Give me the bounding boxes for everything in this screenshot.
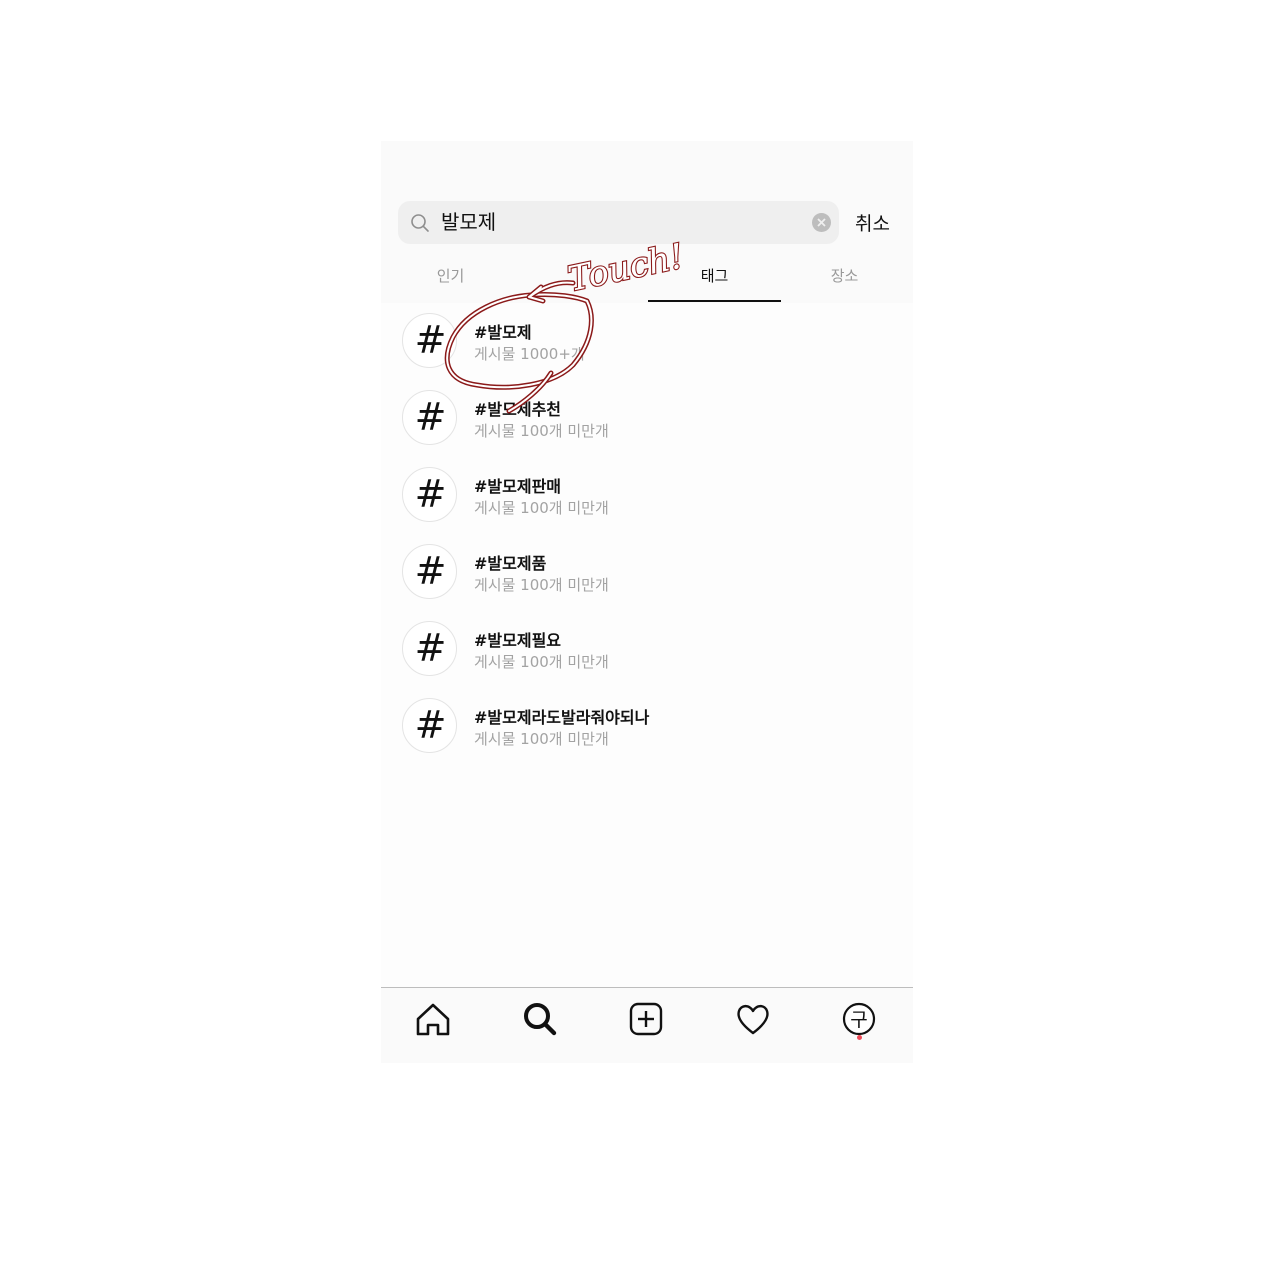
search-header: 발모제 취소 인기 계정 태그 장소	[381, 141, 913, 303]
hashtag-icon: #	[414, 318, 447, 362]
tag-post-count: 게시물 100개 미만개	[474, 422, 609, 440]
list-item[interactable]: # #발모제 게시물 1000+개	[381, 303, 913, 380]
clear-search-icon[interactable]	[812, 213, 831, 232]
search-input[interactable]: 발모제	[398, 201, 839, 244]
list-item[interactable]: # #발모제추천 게시물 100개 미만개	[381, 380, 913, 457]
profile-initial: 구	[850, 1009, 867, 1031]
hashtag-avatar: #	[402, 621, 457, 676]
list-item[interactable]: # #발모제라도발라줘야되나 게시물 100개 미만개	[381, 688, 913, 765]
hashtag-avatar: #	[402, 544, 457, 599]
tag-name: #발모제판매	[474, 477, 562, 496]
hashtag-avatar: #	[402, 390, 457, 445]
hashtag-icon: #	[414, 395, 447, 439]
notification-dot	[857, 1035, 862, 1040]
list-item[interactable]: # #발모제판매 게시물 100개 미만개	[381, 457, 913, 534]
tab-popular[interactable]: 인기	[384, 265, 517, 286]
tag-name: #발모제추천	[474, 400, 562, 419]
search-icon	[411, 214, 429, 232]
phone-screen: 발모제 취소 인기 계정 태그 장소 # #발모제 게시물 1000+개	[381, 141, 913, 1063]
hashtag-avatar: #	[402, 698, 457, 753]
add-post-icon[interactable]	[626, 999, 666, 1039]
list-item[interactable]: # #발모제필요 게시물 100개 미만개	[381, 611, 913, 688]
tag-post-count: 게시물 100개 미만개	[474, 730, 609, 748]
tag-post-count: 게시물 100개 미만개	[474, 499, 609, 517]
tag-name: #발모제	[474, 323, 532, 342]
tag-name: #발모제필요	[474, 631, 562, 650]
home-icon[interactable]	[413, 999, 453, 1039]
list-item[interactable]: # #발모제품 게시물 100개 미만개	[381, 534, 913, 611]
search-tabs: 인기 계정 태그 장소	[381, 259, 913, 303]
active-tab-indicator	[648, 300, 781, 302]
hashtag-icon: #	[414, 703, 447, 747]
hashtag-avatar: #	[402, 313, 457, 368]
hashtag-icon: #	[414, 472, 447, 516]
cancel-button[interactable]: 취소	[855, 209, 890, 236]
tab-tags[interactable]: 태그	[648, 265, 781, 286]
hashtag-avatar: #	[402, 467, 457, 522]
tag-post-count: 게시물 1000+개	[474, 345, 585, 363]
tag-post-count: 게시물 100개 미만개	[474, 576, 609, 594]
bottom-navigation: 구	[381, 987, 913, 1063]
search-query-text: 발모제	[441, 210, 497, 234]
profile-icon[interactable]: 구	[839, 999, 879, 1039]
tab-places[interactable]: 장소	[778, 265, 911, 286]
hashtag-icon: #	[414, 549, 447, 593]
tag-name: #발모제품	[474, 554, 547, 573]
tag-post-count: 게시물 100개 미만개	[474, 653, 609, 671]
tag-name: #발모제라도발라줘야되나	[474, 708, 650, 727]
hashtag-icon: #	[414, 626, 447, 670]
heart-icon[interactable]	[733, 999, 773, 1039]
search-icon[interactable]	[520, 999, 560, 1039]
